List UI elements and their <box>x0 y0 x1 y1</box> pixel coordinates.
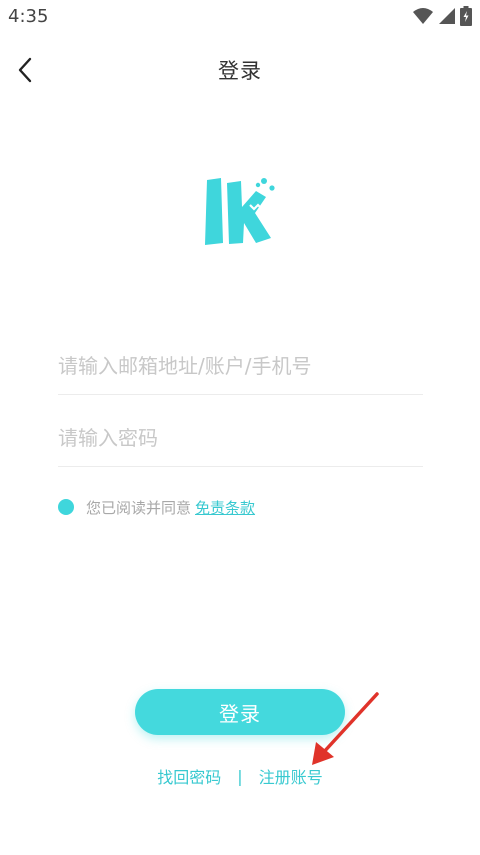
page-title: 登录 <box>218 59 262 83</box>
password-input[interactable] <box>58 410 423 466</box>
link-separator: | <box>237 766 243 786</box>
forgot-password-link[interactable]: 找回密码 <box>157 764 221 788</box>
disclaimer-link[interactable]: 免责条款 <box>195 497 255 518</box>
agreement-row: 您已阅读并同意 免责条款 <box>58 495 255 519</box>
password-field <box>58 410 423 467</box>
signal-icon <box>439 8 455 24</box>
status-icons <box>412 6 472 26</box>
agreement-checkbox[interactable] <box>58 499 74 515</box>
login-screen: 4:35 登录 请输入邮箱地址/账户/手机号 您已阅读并同意 免责条款 登录 找… <box>0 0 480 855</box>
app-logo <box>205 178 275 245</box>
wifi-icon <box>413 8 433 24</box>
status-time: 4:35 <box>8 6 49 27</box>
agreement-text: 您已阅读并同意 <box>86 498 192 517</box>
battery-icon <box>460 6 472 26</box>
account-input[interactable] <box>58 338 423 394</box>
account-field <box>58 338 423 395</box>
login-button[interactable]: 登录 <box>135 689 345 735</box>
bottom-links: 找回密码 | 注册账号 <box>0 764 480 788</box>
status-bar: 4:35 <box>0 0 480 34</box>
register-link[interactable]: 注册账号 <box>259 764 323 788</box>
